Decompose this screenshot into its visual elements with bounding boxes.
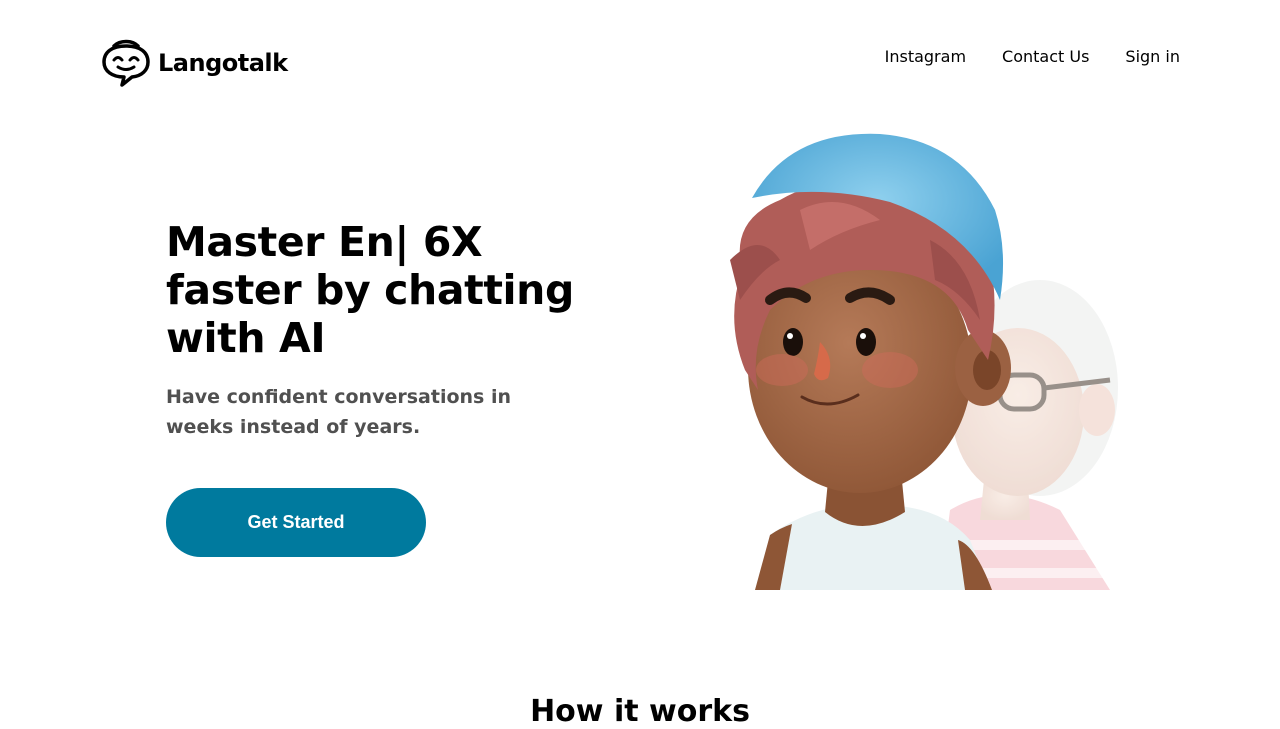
chat-bubble-face-icon: [102, 39, 150, 87]
get-started-button[interactable]: Get Started: [166, 488, 426, 557]
brand-logo-link[interactable]: Langotalk: [100, 38, 288, 88]
hero-text: Master En| 6X faster by chatting with AI…: [166, 218, 596, 442]
site-header: Langotalk Instagram Contact Us Sign in: [0, 0, 1280, 120]
nav-link-contact-us[interactable]: Contact Us: [1002, 47, 1089, 66]
two-3d-avatars-illustration: [730, 133, 1118, 590]
nav-link-sign-in[interactable]: Sign in: [1125, 47, 1180, 66]
top-nav: Instagram Contact Us Sign in: [885, 47, 1180, 66]
brand-name: Langotalk: [158, 49, 288, 77]
nav-link-instagram[interactable]: Instagram: [885, 47, 966, 66]
how-it-works-heading: How it works: [530, 694, 750, 729]
hero-subtitle: Have confident conversations in weeks in…: [166, 386, 511, 438]
hero-title: Master En| 6X faster by chatting with AI: [166, 218, 574, 362]
